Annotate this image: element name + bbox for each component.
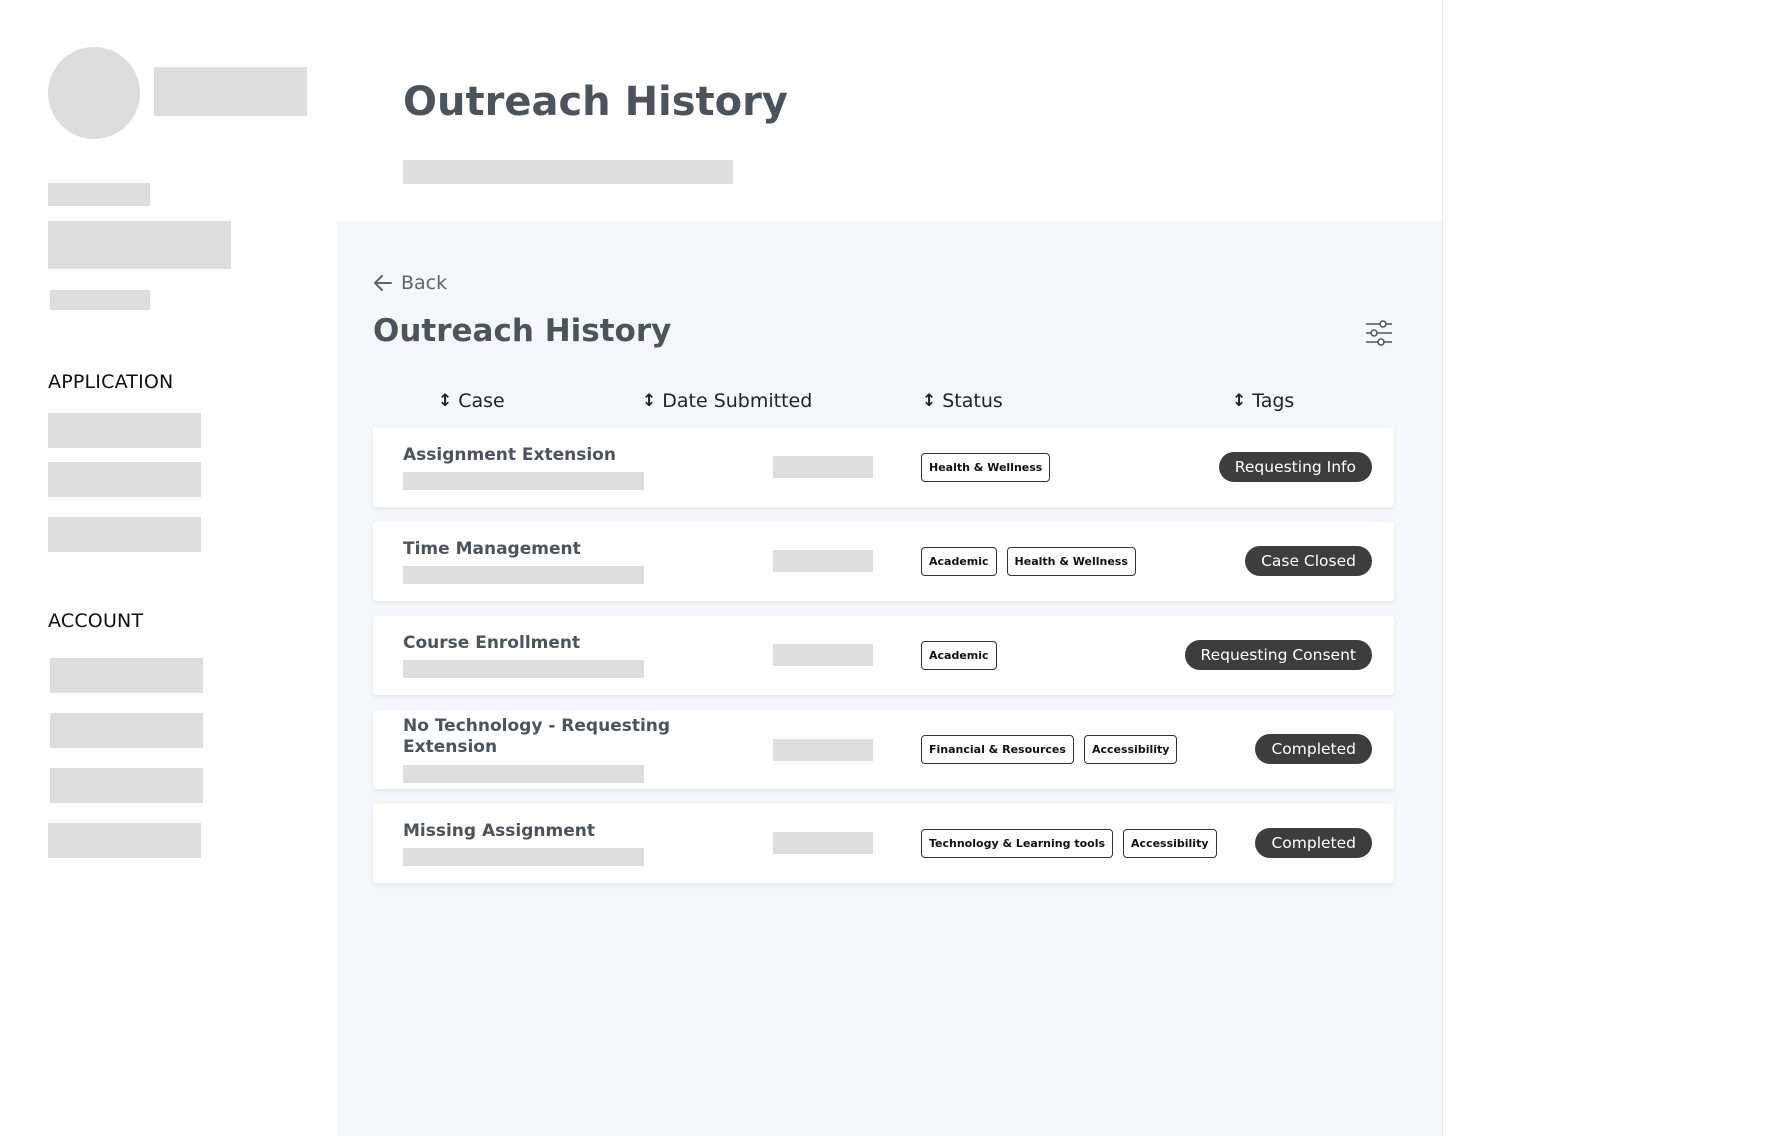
table-row[interactable]: Assignment Extension Health & Wellness R…	[373, 428, 1394, 507]
sort-icon: ↕	[1232, 391, 1247, 411]
date-placeholder	[773, 456, 873, 478]
sidebar: APPLICATION ACCOUNT	[0, 0, 337, 1136]
user-name-placeholder	[154, 67, 307, 116]
sidebar-item[interactable]	[48, 413, 201, 448]
date-placeholder	[773, 832, 873, 854]
sidebar-item[interactable]	[50, 768, 203, 803]
table-row[interactable]: Time Management Academic Health & Wellne…	[373, 522, 1394, 601]
sort-icon: ↕	[922, 391, 937, 411]
sidebar-item[interactable]	[50, 713, 203, 748]
profile-info-placeholder	[48, 183, 150, 206]
panel-title: Outreach History	[373, 313, 672, 349]
table-row[interactable]: Course Enrollment Academic Requesting Co…	[373, 616, 1394, 695]
status-group: Financial & Resources Accessibility	[921, 735, 1178, 764]
column-header-label: Status	[942, 390, 1003, 412]
tag-badge: Case Closed	[1245, 546, 1372, 576]
sort-icon: ↕	[642, 391, 657, 411]
case-title: No Technology - Requesting Extension	[403, 716, 671, 757]
column-header-date-submitted[interactable]: ↕ Date Submitted	[642, 390, 812, 412]
right-divider	[1442, 0, 1443, 1136]
case-title: Time Management	[403, 539, 581, 559]
status-group: Academic Health & Wellness	[921, 547, 1136, 576]
profile-info-placeholder	[48, 221, 231, 269]
status-group: Academic	[921, 641, 997, 670]
profile-info-placeholder	[50, 290, 150, 310]
column-header-status[interactable]: ↕ Status	[922, 390, 1003, 412]
back-link[interactable]: Back	[373, 272, 447, 294]
case-description-placeholder	[403, 472, 644, 490]
sidebar-item[interactable]	[48, 517, 201, 552]
status-chip: Academic	[921, 641, 997, 670]
column-header-label: Case	[458, 390, 505, 412]
section-label-application: APPLICATION	[48, 371, 174, 393]
date-placeholder	[773, 644, 873, 666]
tag-badge: Completed	[1255, 734, 1372, 764]
status-group: Health & Wellness	[921, 453, 1051, 482]
column-header-label: Date Submitted	[662, 390, 813, 412]
case-description-placeholder	[403, 660, 644, 678]
status-chip: Academic	[921, 547, 997, 576]
arrow-left-icon	[374, 275, 392, 291]
case-title: Assignment Extension	[403, 445, 616, 465]
table-row[interactable]: No Technology - Requesting Extension Fin…	[373, 710, 1394, 789]
sidebar-item[interactable]	[48, 462, 201, 497]
tag-badge: Completed	[1255, 828, 1372, 858]
filter-button[interactable]	[1364, 318, 1394, 348]
status-chip: Health & Wellness	[1006, 547, 1136, 576]
sort-icon: ↕	[438, 391, 453, 411]
page-title: Outreach History	[403, 79, 788, 125]
main-panel: Back Outreach History ↕ Case ↕ Date Subm…	[337, 221, 1442, 1136]
status-group: Technology & Learning tools Accessibilit…	[921, 829, 1217, 858]
sliders-icon	[1366, 320, 1392, 346]
tag-badge: Requesting Consent	[1184, 640, 1372, 670]
sidebar-item[interactable]	[50, 658, 203, 693]
status-chip: Financial & Resources	[921, 735, 1074, 764]
case-description-placeholder	[403, 566, 644, 584]
column-header-case[interactable]: ↕ Case	[438, 390, 505, 412]
column-header-tags[interactable]: ↕ Tags	[1232, 390, 1294, 412]
page-subtitle-placeholder	[403, 160, 733, 184]
avatar[interactable]	[48, 47, 140, 139]
status-chip: Health & Wellness	[921, 453, 1051, 482]
case-title: Missing Assignment	[403, 821, 595, 841]
status-chip: Technology & Learning tools	[921, 829, 1114, 858]
section-label-account: ACCOUNT	[48, 610, 144, 632]
tag-badge: Requesting Info	[1218, 452, 1372, 482]
column-header-label: Tags	[1252, 390, 1295, 412]
date-placeholder	[773, 739, 873, 761]
page-header: Outreach History	[337, 0, 1442, 221]
case-title: Course Enrollment	[403, 633, 581, 653]
table-row[interactable]: Missing Assignment Technology & Learning…	[373, 804, 1394, 883]
back-label: Back	[401, 272, 448, 294]
sidebar-item[interactable]	[48, 823, 201, 858]
case-description-placeholder	[403, 765, 644, 783]
case-description-placeholder	[403, 848, 644, 866]
date-placeholder	[773, 550, 873, 572]
status-chip: Accessibility	[1123, 829, 1217, 858]
status-chip: Accessibility	[1083, 735, 1178, 764]
